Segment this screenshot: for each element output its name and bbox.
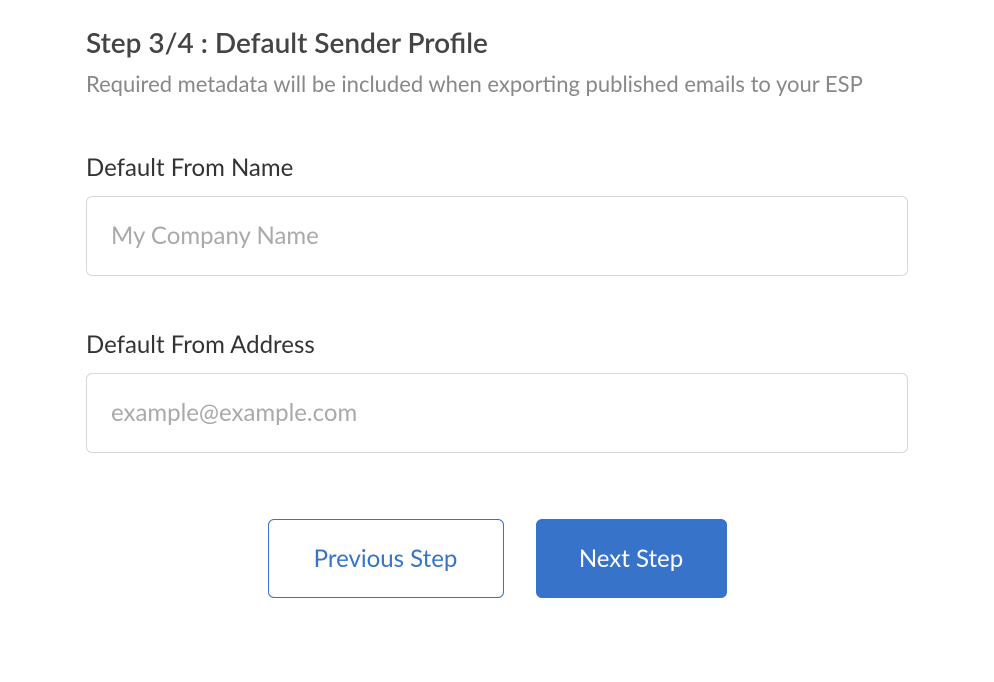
navigation-buttons: Previous Step Next Step	[86, 519, 908, 598]
from-name-input[interactable]	[86, 196, 908, 276]
from-name-group: Default From Name	[86, 153, 908, 276]
previous-step-button[interactable]: Previous Step	[268, 519, 504, 598]
next-step-button[interactable]: Next Step	[536, 519, 727, 598]
from-address-group: Default From Address	[86, 330, 908, 453]
from-address-label: Default From Address	[86, 330, 908, 359]
step-form-container: Step 3/4 : Default Sender Profile Requir…	[0, 0, 994, 598]
step-title: Step 3/4 : Default Sender Profile	[86, 24, 908, 60]
from-address-input[interactable]	[86, 373, 908, 453]
step-subtitle: Required metadata will be included when …	[86, 66, 908, 102]
from-name-label: Default From Name	[86, 153, 908, 182]
